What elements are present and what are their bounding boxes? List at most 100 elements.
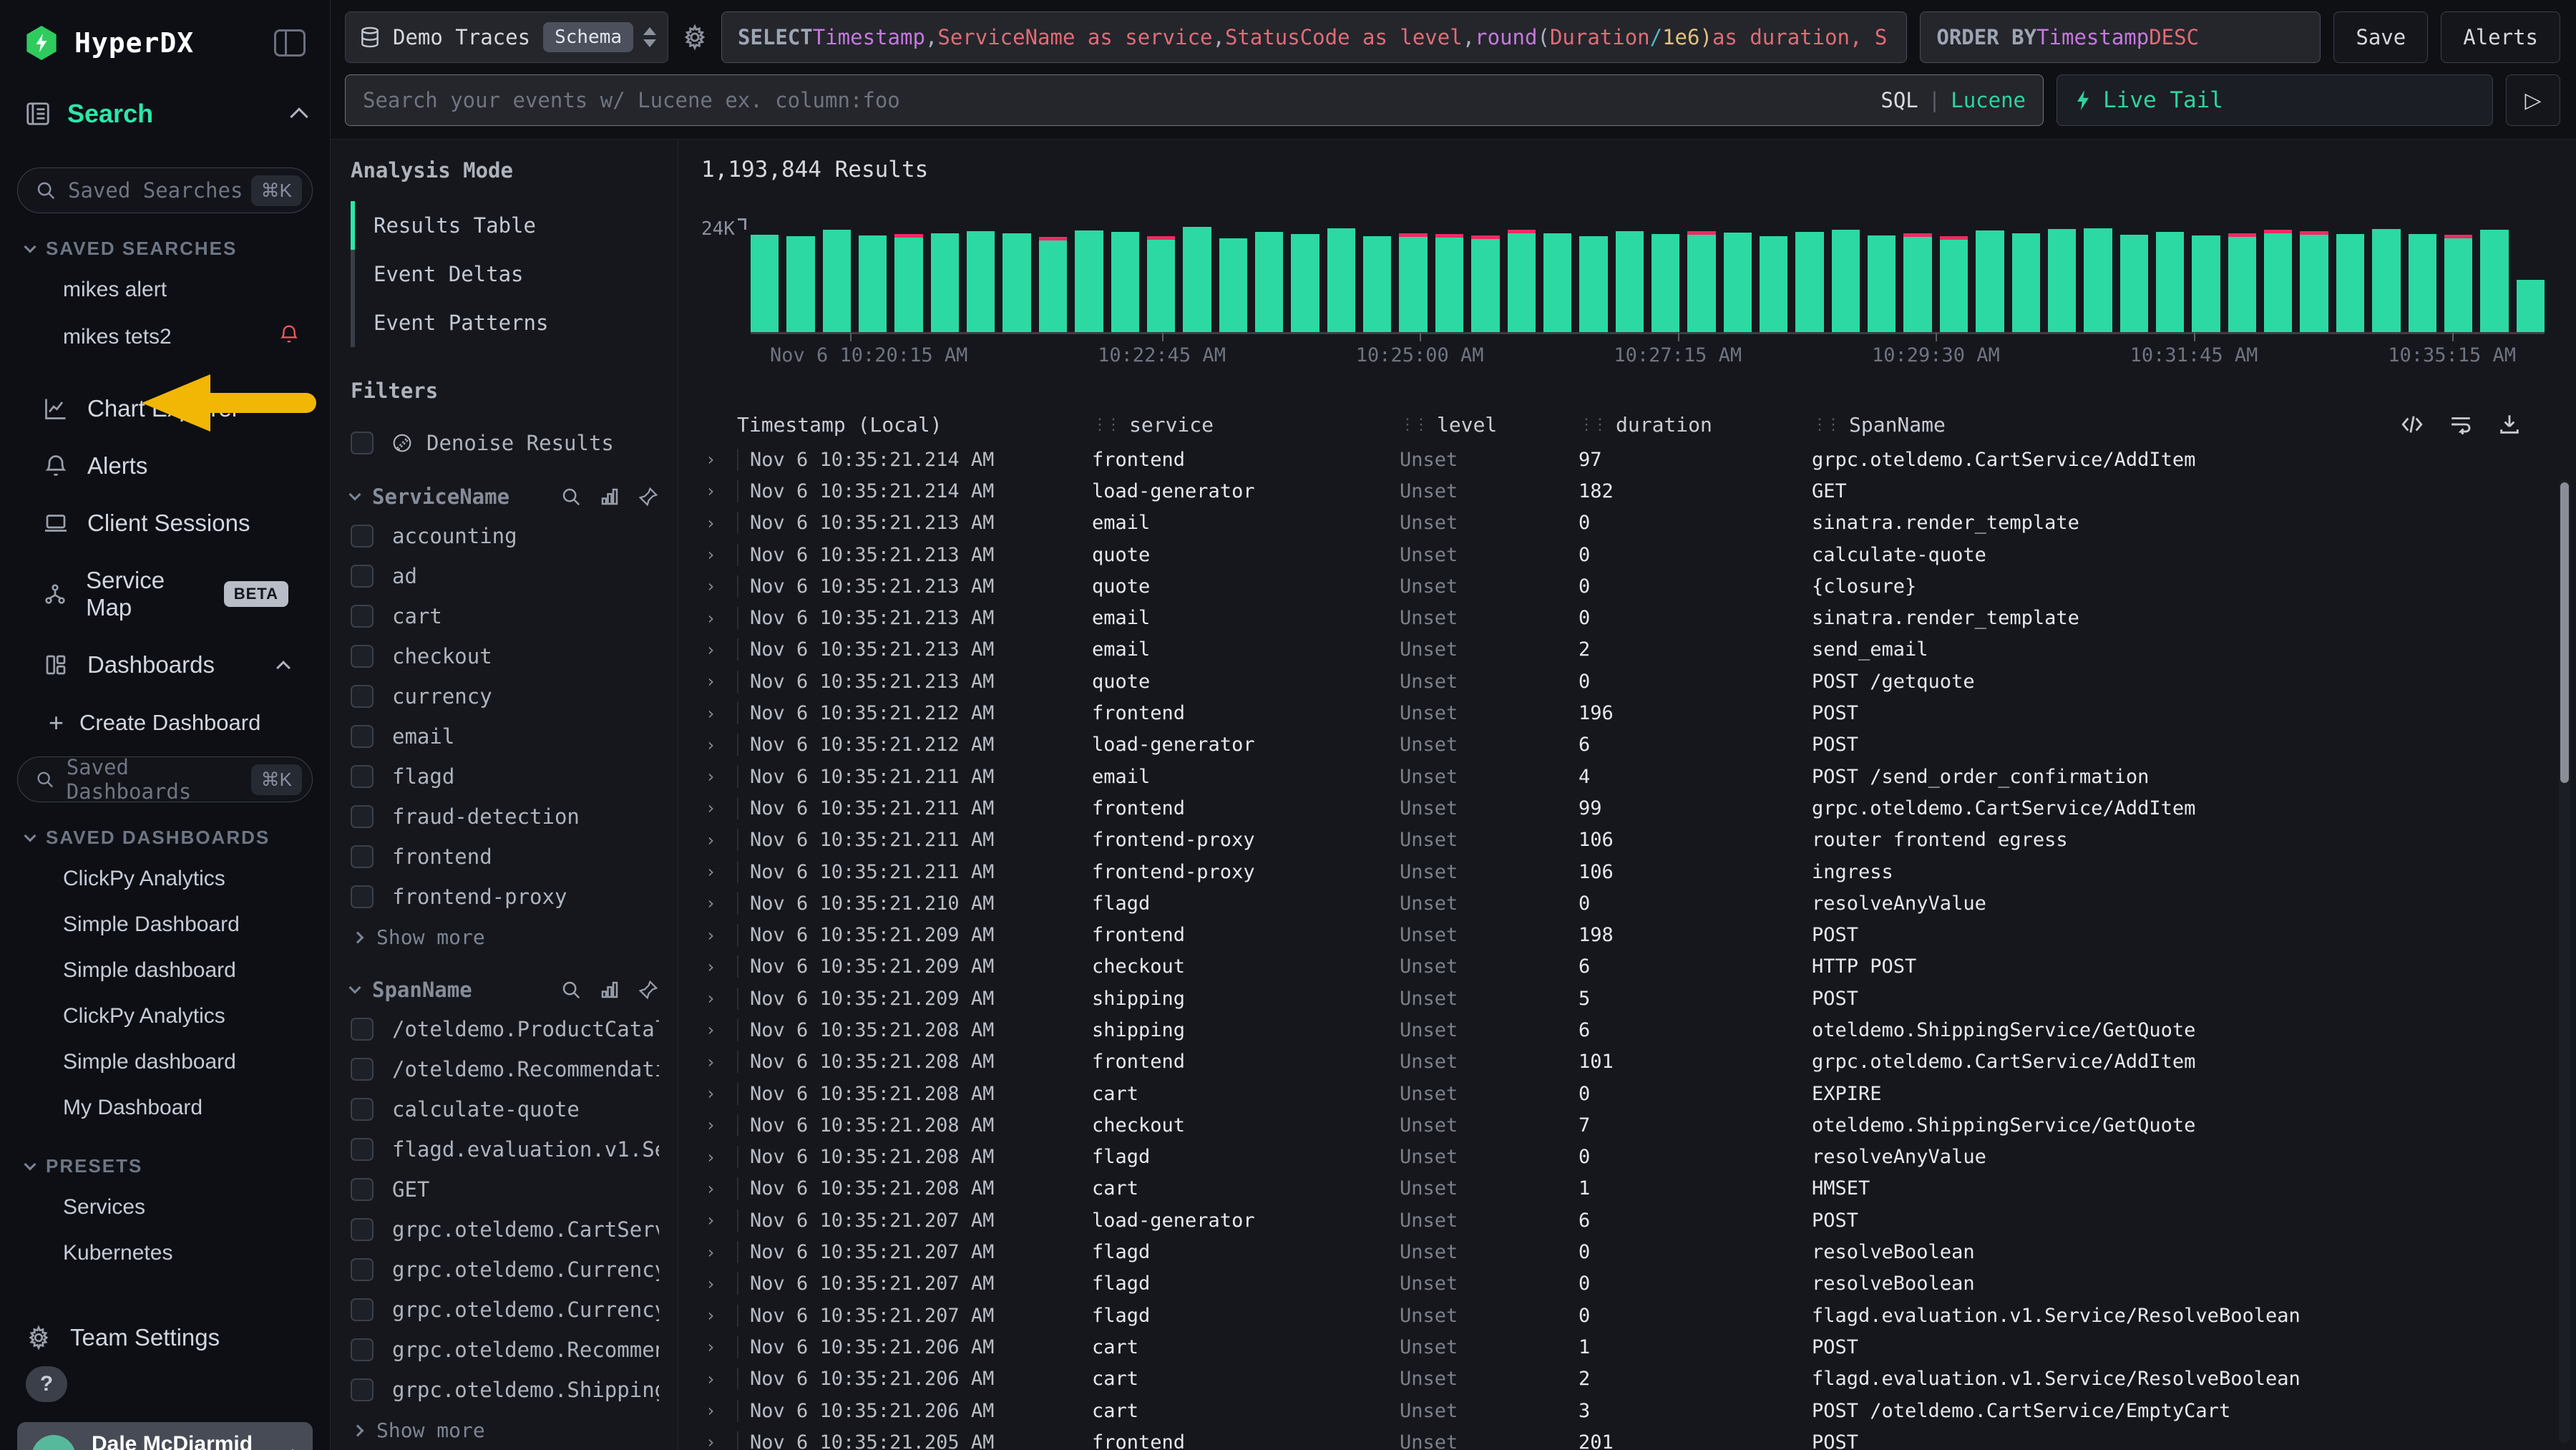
saved-searches-input[interactable]: Saved Searches ⌘K [17,167,313,213]
histogram-bar[interactable] [1111,232,1139,332]
pin-icon[interactable] [638,979,659,1001]
checkbox[interactable] [351,645,374,668]
histogram-bar[interactable] [1903,233,1931,332]
checkbox[interactable] [351,765,374,788]
histogram-bar[interactable] [1616,231,1644,332]
table-row[interactable]: › Nov 6 10:35:21.211 AM frontend-proxy U… [701,824,2576,856]
histogram-bar[interactable] [2300,231,2328,332]
table-row[interactable]: › Nov 6 10:35:21.208 AM shipping Unset 6… [701,1014,2576,1046]
presets-section[interactable]: PRESETS [26,1155,313,1177]
filter-checkbox-row[interactable]: email [351,716,659,756]
search-icon[interactable] [560,486,582,507]
checkbox[interactable] [351,725,374,748]
row-expander-icon[interactable]: › [701,925,737,945]
histogram-bar[interactable] [2409,234,2436,332]
filter-checkbox-row[interactable]: frontend-proxy [351,877,659,917]
checkbox[interactable] [351,1338,374,1361]
table-row[interactable]: › Nov 6 10:35:21.208 AM cart Unset 0 EXP… [701,1078,2576,1109]
histogram-bar[interactable] [894,234,922,332]
histogram-bar[interactable] [1795,232,1823,332]
histogram-bar[interactable] [1002,233,1030,332]
column-level[interactable]: ⋮⋮level [1400,413,1579,437]
table-row[interactable]: › Nov 6 10:35:21.213 AM email Unset 0 si… [701,507,2576,539]
column-spanname[interactable]: ⋮⋮SpanName [1812,413,2419,437]
checkbox[interactable] [351,1138,374,1161]
table-row[interactable]: › Nov 6 10:35:21.206 AM cart Unset 2 fla… [701,1363,2576,1395]
table-row[interactable]: › Nov 6 10:35:21.205 AM frontend Unset 2… [701,1426,2576,1450]
sidebar-item-team-settings[interactable]: Team Settings [17,1309,313,1366]
mode-event-patterns[interactable]: Event Patterns [351,298,659,347]
vertical-scrollbar[interactable] [2559,480,2570,1443]
row-expander-icon[interactable]: › [701,798,737,818]
row-expander-icon[interactable]: › [701,671,737,691]
saved-dashboards-input[interactable]: Saved Dashboards ⌘K [17,756,313,802]
checkbox[interactable] [351,605,374,628]
sidebar-item-client-sessions[interactable]: Client Sessions [17,495,313,552]
drag-handle-icon[interactable]: ⋮⋮ [1400,416,1427,434]
table-row[interactable]: › Nov 6 10:35:21.213 AM quote Unset 0 {c… [701,570,2576,602]
row-expander-icon[interactable]: › [701,576,737,596]
pin-icon[interactable] [638,486,659,507]
help-button[interactable]: ? [26,1366,67,1402]
run-query-button[interactable]: ▷ [2506,74,2560,126]
histogram-bar[interactable] [1579,236,1607,332]
table-row[interactable]: › Nov 6 10:35:21.209 AM shipping Unset 5… [701,983,2576,1014]
row-expander-icon[interactable]: › [701,1337,737,1357]
row-expander-icon[interactable]: › [701,1179,737,1199]
denoise-results-toggle[interactable]: Denoise Results [351,423,659,463]
histogram-bar[interactable] [1327,228,1355,332]
filter-checkbox-row[interactable]: ad [351,556,659,596]
saved-dashboard-item[interactable]: My Dashboard [17,1085,313,1131]
filter-checkbox-row[interactable]: grpc.oteldemo.CartServi… [351,1210,659,1250]
histogram-bar[interactable] [1471,235,1499,332]
checkbox[interactable] [351,1218,374,1241]
table-row[interactable]: › Nov 6 10:35:21.211 AM frontend-proxy U… [701,856,2576,887]
saved-dashboard-item[interactable]: Simple Dashboard [17,902,313,948]
row-expander-icon[interactable]: › [701,640,737,660]
drag-handle-icon[interactable]: ⋮⋮ [1092,416,1119,434]
filter-checkbox-row[interactable]: flagd [351,756,659,797]
checkbox[interactable] [351,1378,374,1401]
histogram-bar[interactable] [2084,228,2112,332]
chevron-up-icon[interactable] [290,107,308,125]
histogram-bar[interactable] [967,231,995,332]
row-expander-icon[interactable]: › [701,1369,737,1389]
bar-chart-icon[interactable] [599,979,620,1001]
row-expander-icon[interactable]: › [701,988,737,1008]
sidebar-item-alerts[interactable]: Alerts [17,437,313,495]
histogram-bar[interactable] [1039,237,1067,332]
table-row[interactable]: › Nov 6 10:35:21.214 AM frontend Unset 9… [701,444,2576,475]
histogram-bar[interactable] [1219,238,1247,332]
sidebar-item-search[interactable]: Search [0,67,330,149]
filter-checkbox-row[interactable]: accounting [351,516,659,556]
scrollbar-thumb[interactable] [2560,482,2569,783]
histogram-bar[interactable] [1291,234,1319,332]
filter-checkbox-row[interactable]: grpc.oteldemo.ShippingS… [351,1370,659,1410]
saved-search-item[interactable]: mikes tets2 [17,313,313,361]
column-duration[interactable]: ⋮⋮duration [1579,413,1812,437]
histogram-bar[interactable] [1399,233,1427,332]
servicename-show-more[interactable]: Show more [351,917,659,956]
filter-group-spanname[interactable]: SpanName [351,978,659,1002]
filter-checkbox-row[interactable]: grpc.oteldemo.CurrencyS… [351,1290,659,1330]
histogram-bar[interactable] [2517,280,2545,333]
wrap-text-icon[interactable] [2449,412,2473,437]
histogram-bar[interactable] [1940,236,1968,332]
table-row[interactable]: › Nov 6 10:35:21.208 AM flagd Unset 0 re… [701,1142,2576,1173]
order-by-input[interactable]: ORDER BY Timestamp DESC [1920,11,2321,63]
histogram-bar[interactable] [1976,230,2004,332]
checkbox[interactable] [351,525,374,548]
saved-dashboards-section[interactable]: SAVED DASHBOARDS [26,827,313,849]
table-row[interactable]: › Nov 6 10:35:21.210 AM flagd Unset 0 re… [701,887,2576,919]
row-expander-icon[interactable]: › [701,735,737,755]
table-row[interactable]: › Nov 6 10:35:21.207 AM load-generator U… [701,1205,2576,1236]
row-expander-icon[interactable]: › [701,1432,737,1450]
code-icon[interactable] [2400,412,2424,437]
table-row[interactable]: › Nov 6 10:35:21.206 AM cart Unset 1 POS… [701,1331,2576,1363]
checkbox[interactable] [351,565,374,588]
row-expander-icon[interactable]: › [701,1115,737,1135]
sidebar-item-dashboards[interactable]: Dashboards [17,636,313,694]
histogram-bar[interactable] [786,236,814,332]
saved-searches-section[interactable]: SAVED SEARCHES [26,238,313,260]
save-button[interactable]: Save [2333,11,2428,63]
